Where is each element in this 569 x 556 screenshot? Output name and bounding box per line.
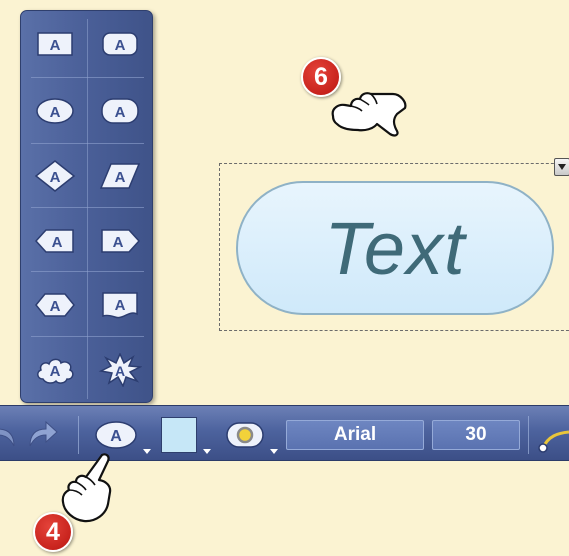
palette-divider bbox=[31, 271, 144, 272]
shape-diamond-button[interactable]: A bbox=[32, 154, 78, 198]
svg-text:A: A bbox=[115, 363, 125, 379]
shape-rounded-box-button[interactable]: A bbox=[97, 89, 143, 133]
shape-arrow-left-button[interactable]: A bbox=[32, 219, 78, 263]
border-color-icon bbox=[226, 422, 264, 448]
shape-style-button[interactable]: A bbox=[88, 416, 146, 454]
fill-color-dropdown-arrow[interactable] bbox=[203, 449, 211, 454]
callout-badge: 4 bbox=[33, 512, 73, 552]
shape-explosion-button[interactable]: A bbox=[97, 348, 143, 392]
shape-ellipse-button[interactable]: A bbox=[32, 89, 78, 133]
toolbar-divider bbox=[528, 416, 529, 454]
svg-text:A: A bbox=[115, 297, 126, 314]
shape-hexagon-button[interactable]: A bbox=[32, 283, 78, 327]
shape-rectangle-button[interactable]: A bbox=[32, 22, 78, 66]
wave-box-shape-icon: A bbox=[102, 292, 138, 319]
palette-divider bbox=[31, 143, 144, 144]
border-color-button[interactable] bbox=[222, 418, 268, 452]
rounded-box-shape-icon: A bbox=[101, 98, 139, 124]
svg-text:A: A bbox=[50, 104, 61, 121]
svg-text:A: A bbox=[50, 37, 61, 54]
rectangle-shape-icon: A bbox=[37, 32, 73, 56]
shape-parallelogram-button[interactable]: A bbox=[97, 154, 143, 198]
fill-color-button[interactable] bbox=[160, 416, 198, 454]
text-box-shape[interactable]: Text bbox=[236, 181, 554, 315]
fill-color-swatch bbox=[161, 417, 197, 453]
svg-text:A: A bbox=[113, 234, 124, 251]
svg-text:A: A bbox=[52, 234, 63, 251]
palette-divider bbox=[31, 207, 144, 208]
shape-rounded-rectangle-button[interactable]: A bbox=[97, 22, 143, 66]
text-box-content[interactable]: Text bbox=[324, 206, 465, 291]
connector-line-icon bbox=[538, 430, 569, 453]
chevron-down-icon bbox=[558, 164, 566, 170]
font-size-field[interactable]: 30 bbox=[432, 420, 520, 450]
parallelogram-shape-icon: A bbox=[99, 163, 141, 189]
connector-line-button[interactable] bbox=[536, 428, 569, 454]
rounded-rectangle-shape-icon: A bbox=[102, 32, 138, 56]
cloud-shape-icon: A bbox=[37, 358, 74, 384]
shape-style-dropdown-arrow[interactable] bbox=[143, 449, 151, 454]
shape-cloud-button[interactable]: A bbox=[32, 348, 78, 392]
arrow-left-shape-icon: A bbox=[34, 229, 74, 253]
svg-text:A: A bbox=[115, 104, 126, 121]
redo-arrow-icon bbox=[29, 420, 58, 447]
undo-button[interactable] bbox=[0, 418, 18, 450]
border-color-dropdown-arrow[interactable] bbox=[270, 449, 278, 454]
svg-text:A: A bbox=[50, 298, 61, 315]
font-name-field[interactable]: Arial bbox=[286, 420, 424, 450]
pointing-hand-icon bbox=[331, 92, 407, 137]
toolbar-divider bbox=[78, 416, 79, 454]
svg-text:A: A bbox=[50, 169, 61, 186]
text-box-menu-button[interactable] bbox=[554, 158, 569, 176]
arrow-right-shape-icon: A bbox=[101, 229, 141, 253]
svg-text:A: A bbox=[110, 428, 122, 445]
shape-wave-box-button[interactable]: A bbox=[97, 283, 143, 327]
palette-divider bbox=[31, 336, 144, 337]
hexagon-shape-icon: A bbox=[35, 293, 75, 317]
shape-arrow-right-button[interactable]: A bbox=[97, 219, 143, 263]
svg-text:A: A bbox=[50, 363, 61, 380]
svg-text:A: A bbox=[115, 169, 126, 186]
ellipse-shape-icon: A bbox=[95, 421, 137, 449]
palette-divider bbox=[31, 77, 144, 78]
undo-arrow-icon bbox=[0, 428, 15, 447]
redo-button[interactable] bbox=[26, 418, 60, 450]
svg-text:A: A bbox=[115, 37, 126, 54]
explosion-shape-icon: A bbox=[98, 353, 142, 387]
diamond-shape-icon: A bbox=[34, 160, 76, 192]
ellipse-shape-icon: A bbox=[36, 98, 74, 124]
palette-divider bbox=[87, 19, 88, 399]
shape-palette: A A A A A A A A A A A A bbox=[20, 10, 153, 403]
